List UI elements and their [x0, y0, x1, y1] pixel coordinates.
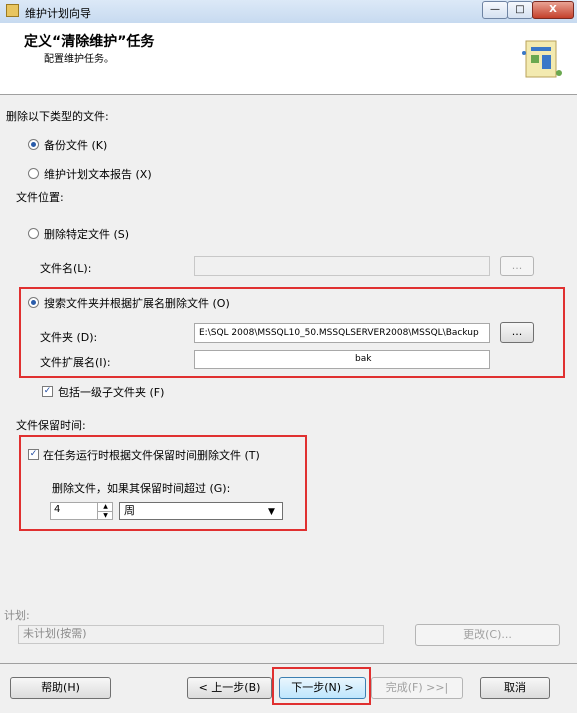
report-files-radio[interactable]: [28, 168, 39, 179]
minimize-button[interactable]: —: [482, 1, 508, 19]
file-location-label: 文件位置:: [16, 191, 64, 204]
chevron-down-icon: ▼: [268, 507, 275, 517]
search-folder-label[interactable]: 搜索文件夹并根据扩展名删除文件 (O): [44, 295, 230, 311]
footer-divider: [0, 663, 577, 664]
search-folder-radio[interactable]: [28, 297, 39, 308]
app-icon: [6, 4, 19, 17]
retention-label: 文件保留时间:: [16, 419, 86, 432]
retention-unit-select[interactable]: 周 ▼: [119, 502, 283, 520]
backup-files-radio[interactable]: [28, 139, 39, 150]
schedule-label: 计划:: [4, 609, 30, 622]
delete-types-label: 删除以下类型的文件:: [6, 110, 109, 123]
finish-button[interactable]: 完成(F) >>|: [371, 677, 463, 699]
back-button[interactable]: < 上一步(B): [187, 677, 272, 699]
spinner-down-icon[interactable]: ▼: [97, 511, 113, 520]
extension-input[interactable]: bak: [194, 350, 490, 369]
spinner-up-icon[interactable]: ▲: [97, 503, 113, 511]
include-subfolders-label[interactable]: 包括一级子文件夹 (F): [58, 384, 164, 400]
delete-by-age-label[interactable]: 在任务运行时根据文件保留时间删除文件 (T): [43, 447, 260, 463]
file-name-input[interactable]: [194, 256, 490, 276]
file-name-label: 文件名(L):: [40, 262, 92, 275]
report-files-label[interactable]: 维护计划文本报告 (X): [44, 166, 152, 182]
backup-files-label[interactable]: 备份文件 (K): [44, 137, 107, 153]
wizard-window: 维护计划向导 — □ X 定义“清除维护”任务 配置维护任务。 删除以下类型的文…: [0, 0, 577, 713]
file-name-browse-button[interactable]: ...: [500, 256, 534, 276]
retention-amount-value: 4: [54, 504, 61, 515]
close-button[interactable]: X: [532, 1, 574, 19]
older-than-label: 删除文件，如果其保留时间超过 (G):: [52, 482, 231, 495]
wizard-header: 定义“清除维护”任务 配置维护任务。: [0, 23, 577, 95]
folder-input[interactable]: E:\SQL 2008\MSSQL10_50.MSSQLSERVER2008\M…: [194, 323, 490, 343]
next-button[interactable]: 下一步(N) >: [279, 677, 366, 699]
schedule-input: 未计划(按需): [18, 625, 384, 644]
delete-specific-label[interactable]: 删除特定文件 (S): [44, 226, 129, 242]
include-subfolders-checkbox[interactable]: ✓: [42, 386, 53, 397]
window-title: 维护计划向导: [25, 7, 91, 20]
help-button[interactable]: 帮助(H): [10, 677, 111, 699]
extension-label: 文件扩展名(I):: [40, 356, 111, 369]
folder-label: 文件夹 (D):: [40, 331, 98, 344]
maximize-button[interactable]: □: [507, 1, 533, 19]
page-title: 定义“清除维护”任务: [24, 34, 155, 50]
cancel-button[interactable]: 取消: [480, 677, 550, 699]
folder-browse-button[interactable]: ...: [500, 322, 534, 343]
page-subtitle: 配置维护任务。: [44, 54, 114, 65]
wizard-banner-icon: [522, 40, 562, 78]
delete-specific-radio[interactable]: [28, 228, 39, 239]
delete-by-age-checkbox[interactable]: ✓: [28, 449, 39, 460]
retention-amount-spinner[interactable]: 4 ▲ ▼: [50, 502, 113, 520]
change-schedule-button[interactable]: 更改(C)...: [415, 624, 560, 646]
title-bar[interactable]: 维护计划向导 — □ X: [0, 0, 577, 24]
retention-unit-value: 周: [124, 504, 135, 517]
